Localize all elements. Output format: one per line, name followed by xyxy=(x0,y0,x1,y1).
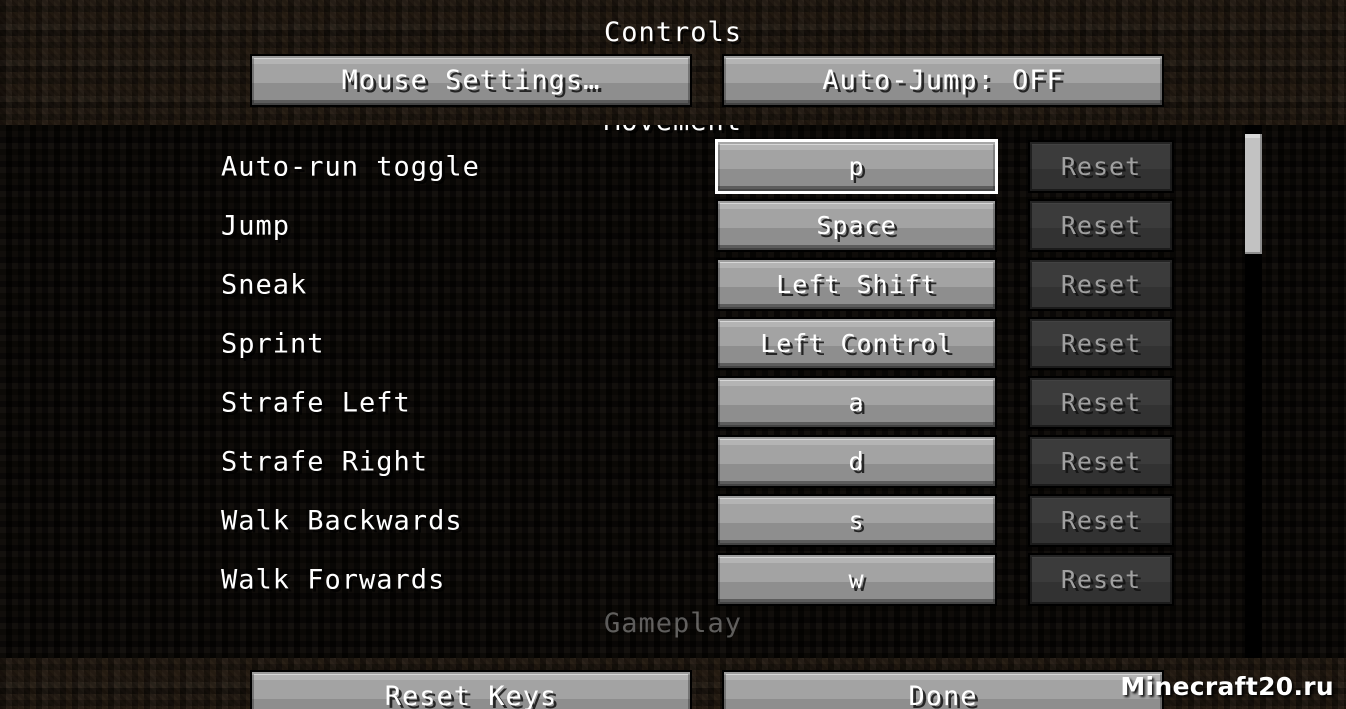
keybind-key-button[interactable]: Left Shift xyxy=(718,260,995,309)
keybind-reset-button: Reset xyxy=(1030,142,1172,191)
controls-scroll-area[interactable]: Movement Auto-run toggle p Reset Jump Space R… xyxy=(0,125,1346,658)
keybind-key-button[interactable]: w xyxy=(718,555,995,604)
keybind-label: Sneak xyxy=(221,269,308,300)
done-button[interactable]: Done xyxy=(724,672,1162,709)
keybind-key-button[interactable]: d xyxy=(718,437,995,486)
scrollbar-track[interactable] xyxy=(1245,125,1262,658)
section-header-movement: Movement xyxy=(0,125,1346,137)
keybind-key-button[interactable]: Left Control xyxy=(718,319,995,368)
keybind-row: Auto-run toggle p Reset xyxy=(0,137,1346,196)
reset-keys-button[interactable]: Reset Keys xyxy=(252,672,690,709)
keybind-label: Strafe Right xyxy=(221,446,429,477)
keybind-label: Walk Forwards xyxy=(221,564,446,595)
site-watermark: Minecraft20.ru xyxy=(1120,672,1334,701)
keybind-reset-button: Reset xyxy=(1030,260,1172,309)
scrollbar-thumb[interactable] xyxy=(1245,134,1262,254)
keybind-row: Jump Space Reset xyxy=(0,196,1346,255)
keybind-row: Sneak Left Shift Reset xyxy=(0,255,1346,314)
keybind-row: Walk Forwards w Reset xyxy=(0,550,1346,609)
keybind-reset-button: Reset xyxy=(1030,201,1172,250)
keybind-row: Sprint Left Control Reset xyxy=(0,314,1346,373)
keybind-reset-button: Reset xyxy=(1030,319,1172,368)
auto-jump-toggle-button[interactable]: Auto-Jump: OFF xyxy=(724,56,1162,105)
keybind-row: Strafe Left a Reset xyxy=(0,373,1346,432)
keybind-key-button[interactable]: a xyxy=(718,378,995,427)
keybind-key-button[interactable]: Space xyxy=(718,201,995,250)
keybind-reset-button: Reset xyxy=(1030,378,1172,427)
keybind-reset-button: Reset xyxy=(1030,496,1172,545)
minecraft-controls-screen: Controls Mouse Settings… Auto-Jump: OFF … xyxy=(0,0,1346,709)
controls-list: Movement Auto-run toggle p Reset Jump Space R… xyxy=(0,125,1346,639)
keybind-key-button[interactable]: s xyxy=(718,496,995,545)
keybind-key-button[interactable]: p xyxy=(718,142,995,191)
mouse-settings-button[interactable]: Mouse Settings… xyxy=(252,56,690,105)
keybind-label: Walk Backwards xyxy=(221,505,463,536)
section-header-next-partial: Gameplay xyxy=(603,609,743,639)
keybind-reset-button: Reset xyxy=(1030,437,1172,486)
keybind-reset-button: Reset xyxy=(1030,555,1172,604)
page-title: Controls xyxy=(603,17,743,48)
keybind-row: Walk Backwards s Reset xyxy=(0,491,1346,550)
keybind-label: Sprint xyxy=(221,328,325,359)
keybind-row: Strafe Right d Reset xyxy=(0,432,1346,491)
keybind-label: Auto-run toggle xyxy=(221,151,480,182)
keybind-label: Jump xyxy=(221,210,291,241)
keybind-label: Strafe Left xyxy=(221,387,411,418)
